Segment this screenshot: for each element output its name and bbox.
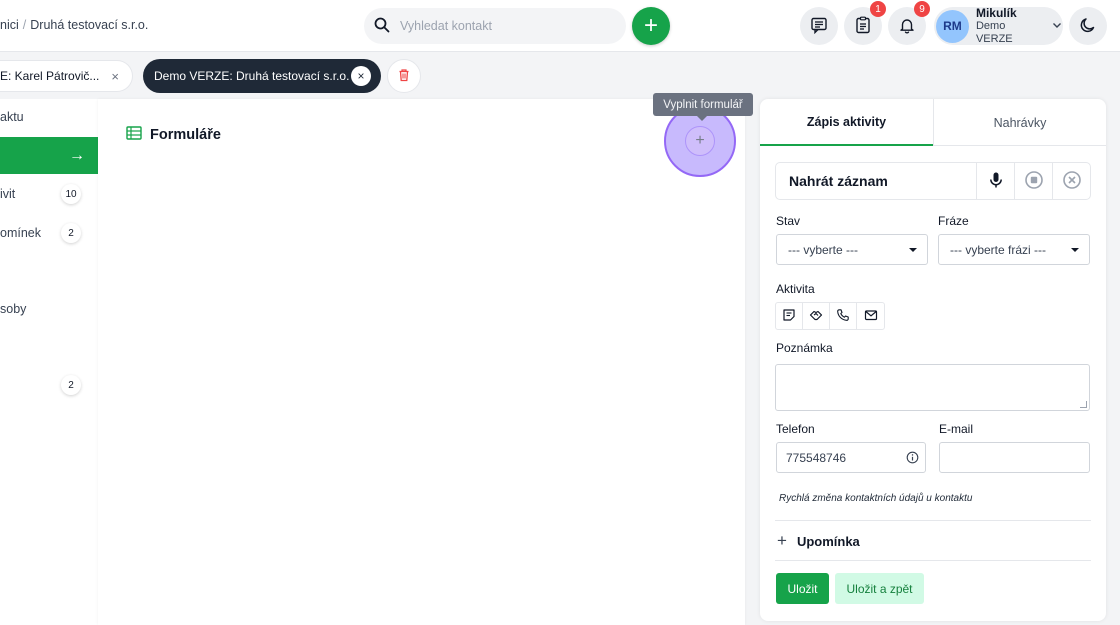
count-badge: 10 xyxy=(61,184,81,204)
bell-icon xyxy=(898,16,916,37)
top-header: nici/Druhá testovací s.r.o. + 1 9 RM Mik… xyxy=(0,0,1120,52)
phrase-select-value: --- vyberte frázi --- xyxy=(950,242,1046,257)
divider xyxy=(775,520,1091,521)
save-and-back-button[interactable]: Uložit a zpět xyxy=(835,573,924,604)
activity-call-button[interactable] xyxy=(830,303,857,329)
avatar: RM xyxy=(936,9,969,43)
side-menu-item[interactable]: 2 xyxy=(0,370,98,400)
record-control: Nahrát záznam xyxy=(775,162,1091,200)
notifications-badge: 9 xyxy=(914,1,930,17)
user-company: Demo VERZE xyxy=(975,19,1013,45)
side-menu-label: ivit xyxy=(0,187,16,201)
page-title-text: Formuláře xyxy=(150,127,221,143)
breadcrumb: nici / Druhá testovací s.r.o. xyxy=(0,18,148,32)
notifications-button[interactable]: 9 xyxy=(888,1,930,45)
caret-down-icon xyxy=(1071,248,1079,252)
add-contact-button[interactable]: + xyxy=(632,7,670,45)
count-badge: 2 xyxy=(61,223,81,243)
activity-type-group xyxy=(775,302,885,330)
search-box[interactable] xyxy=(364,8,626,44)
side-menu-item[interactable]: soby xyxy=(0,294,98,324)
side-menu-item[interactable]: ivit 10 xyxy=(0,179,98,209)
contact-tab-active[interactable]: Demo VERZE: Druhá testovací s.r.o. × xyxy=(143,59,381,93)
arrow-right-icon: → xyxy=(69,146,85,164)
side-menu-label: aktu xyxy=(0,110,24,124)
breadcrumb-separator: / xyxy=(22,18,27,32)
record-label: Nahrát záznam xyxy=(789,173,888,189)
breadcrumb-item[interactable]: nici xyxy=(0,18,19,32)
side-menu-label: omínek xyxy=(0,226,41,240)
stop-recording-button[interactable] xyxy=(1014,163,1052,199)
cancel-recording-button[interactable] xyxy=(1052,163,1090,199)
close-all-tabs-button[interactable] xyxy=(387,59,421,93)
phrase-select[interactable]: --- vyberte frázi --- xyxy=(938,234,1090,265)
side-menu-item-active[interactable]: → xyxy=(0,137,98,174)
phone-input[interactable]: 775548746 xyxy=(776,442,926,473)
notes-badge: 1 xyxy=(870,1,886,17)
plus-icon: + xyxy=(685,126,715,156)
panel-tabs: Zápis aktivity Nahrávky xyxy=(760,99,1106,146)
contact-tab[interactable]: E: Karel Pátrovič... × xyxy=(0,60,133,92)
page-title: Formuláře xyxy=(126,126,221,144)
theme-toggle-button[interactable] xyxy=(1069,7,1107,45)
reminder-toggle[interactable]: + Upomínka xyxy=(777,531,860,551)
close-icon[interactable]: × xyxy=(351,66,371,86)
breadcrumb-item-current: Druhá testovací s.r.o. xyxy=(30,18,149,32)
email-input[interactable] xyxy=(939,442,1090,473)
clipboard-icon xyxy=(854,16,872,37)
search-input[interactable] xyxy=(400,19,600,33)
activity-meeting-button[interactable] xyxy=(803,303,830,329)
search-icon xyxy=(374,17,390,36)
side-menu-label: soby xyxy=(0,302,27,316)
count-badge: 2 xyxy=(61,375,81,395)
microphone-icon xyxy=(986,170,1006,193)
status-select[interactable]: --- vyberte --- xyxy=(776,234,928,265)
activity-label: Aktivita xyxy=(776,282,815,296)
tab-recordings[interactable]: Nahrávky xyxy=(933,99,1106,146)
phone-icon xyxy=(836,308,850,325)
plus-icon: + xyxy=(777,531,787,550)
reminder-label: Upomínka xyxy=(796,533,860,549)
close-icon[interactable]: × xyxy=(111,69,119,84)
trash-icon xyxy=(397,68,411,85)
envelope-icon xyxy=(864,308,878,325)
messages-button[interactable] xyxy=(800,7,838,45)
phone-input-value: 775548746 xyxy=(786,450,847,465)
forms-card: Formuláře xyxy=(98,99,745,625)
user-name: Mikulík xyxy=(975,5,1017,20)
contact-tab-label: Demo VERZE: Druhá testovací s.r.o. xyxy=(154,69,350,83)
status-label: Stav xyxy=(776,214,801,228)
divider xyxy=(775,560,1091,561)
chat-icon xyxy=(810,16,828,37)
handshake-icon xyxy=(809,308,823,325)
quick-change-hint: Rychlá změna kontaktních údajů u kontakt… xyxy=(779,493,973,504)
side-menu-item[interactable]: aktu xyxy=(0,102,98,132)
status-select-value: --- vyberte --- xyxy=(788,242,858,257)
chevron-down-icon xyxy=(1045,19,1063,34)
activity-note-button[interactable] xyxy=(776,303,803,329)
note-icon xyxy=(782,308,796,325)
note-label: Poznámka xyxy=(776,341,833,355)
phone-label: Telefon xyxy=(776,422,815,436)
moon-icon xyxy=(1079,16,1097,37)
tab-activity-log[interactable]: Zápis aktivity xyxy=(760,99,933,146)
activity-email-button[interactable] xyxy=(857,303,884,329)
contact-side-menu: aktu → ivit 10 omínek 2 soby 2 xyxy=(0,99,98,625)
notes-button[interactable]: 1 xyxy=(844,1,886,45)
contact-tab-label: E: Karel Pátrovič... xyxy=(0,69,100,83)
close-circle-icon xyxy=(1062,170,1082,193)
save-button[interactable]: Uložit xyxy=(776,573,829,604)
note-textarea[interactable] xyxy=(775,364,1090,411)
microphone-button[interactable] xyxy=(976,163,1014,199)
caret-down-icon xyxy=(909,248,917,252)
table-icon xyxy=(126,126,150,144)
side-menu-item[interactable]: omínek 2 xyxy=(0,218,98,248)
stop-icon xyxy=(1024,170,1044,193)
phrase-label: Fráze xyxy=(938,214,969,228)
activity-panel: Zápis aktivity Nahrávky Nahrát záznam St… xyxy=(760,99,1106,621)
user-menu[interactable]: RM Mikulík Demo VERZE xyxy=(934,5,1063,45)
email-label: E-mail xyxy=(939,422,974,436)
fill-form-tooltip: Vyplnit formulář xyxy=(653,93,753,121)
